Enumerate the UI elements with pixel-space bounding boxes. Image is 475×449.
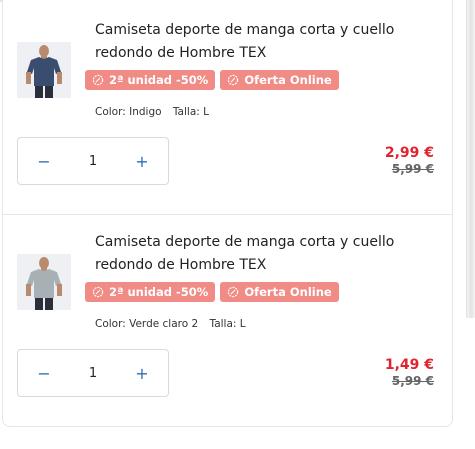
badge-label: Oferta Online [244, 285, 332, 299]
promo-badges: 2ª unidad -50% Oferta Online [85, 70, 339, 90]
product-color: Color: Indigo [95, 106, 162, 118]
product-color: Color: Verde claro 2 [95, 318, 199, 330]
product-title[interactable]: Camiseta deporte de manga corta y cuello… [95, 231, 445, 277]
promo-badge: 2ª unidad -50% [85, 282, 216, 302]
cart-item: Camiseta deporte de manga corta y cuello… [3, 10, 452, 210]
scrollbar[interactable] [466, 0, 475, 318]
tshirt-indigo-icon [17, 42, 71, 98]
badge-label: 2ª unidad -50% [109, 73, 209, 87]
cart-item: Camiseta deporte de manga corta y cuello… [3, 222, 452, 422]
increase-quantity-button[interactable]: + [116, 350, 168, 396]
price-block: 1,49 € 5,99 € [385, 357, 434, 389]
decrease-quantity-button[interactable]: − [18, 350, 70, 396]
product-attributes: Color: Indigo Talla: L [95, 106, 209, 118]
product-image[interactable] [17, 254, 71, 310]
badge-label: Oferta Online [244, 73, 332, 87]
discount-icon [228, 286, 239, 298]
scrollbar-thumb[interactable] [469, 0, 473, 318]
price-block: 2,99 € 5,99 € [385, 145, 434, 177]
quantity-value[interactable]: 1 [70, 366, 116, 381]
badge-label: 2ª unidad -50% [109, 285, 209, 299]
product-title[interactable]: Camiseta deporte de manga corta y cuello… [95, 19, 445, 65]
current-price: 2,99 € [384, 145, 434, 161]
discount-icon [92, 286, 104, 298]
original-price: 5,99 € [391, 162, 434, 176]
decrease-quantity-button[interactable]: − [18, 138, 70, 184]
quantity-stepper: − 1 + [17, 349, 169, 397]
tshirt-light-green-icon [17, 254, 71, 310]
discount-icon [228, 74, 239, 86]
increase-quantity-button[interactable]: + [116, 138, 168, 184]
promo-badge: Oferta Online [220, 70, 339, 90]
discount-icon [92, 74, 104, 86]
promo-badges: 2ª unidad -50% Oferta Online [85, 282, 339, 302]
product-attributes: Color: Verde claro 2 Talla: L [95, 318, 246, 330]
quantity-stepper: − 1 + [17, 137, 169, 185]
product-size: Talla: L [209, 318, 246, 330]
quantity-value[interactable]: 1 [70, 154, 116, 169]
product-size: Talla: L [172, 106, 209, 118]
product-image[interactable] [17, 42, 71, 98]
promo-badge: 2ª unidad -50% [85, 70, 216, 90]
original-price: 5,99 € [391, 374, 434, 388]
promo-badge: Oferta Online [220, 282, 339, 302]
current-price: 1,49 € [384, 357, 434, 373]
item-divider [3, 214, 452, 215]
